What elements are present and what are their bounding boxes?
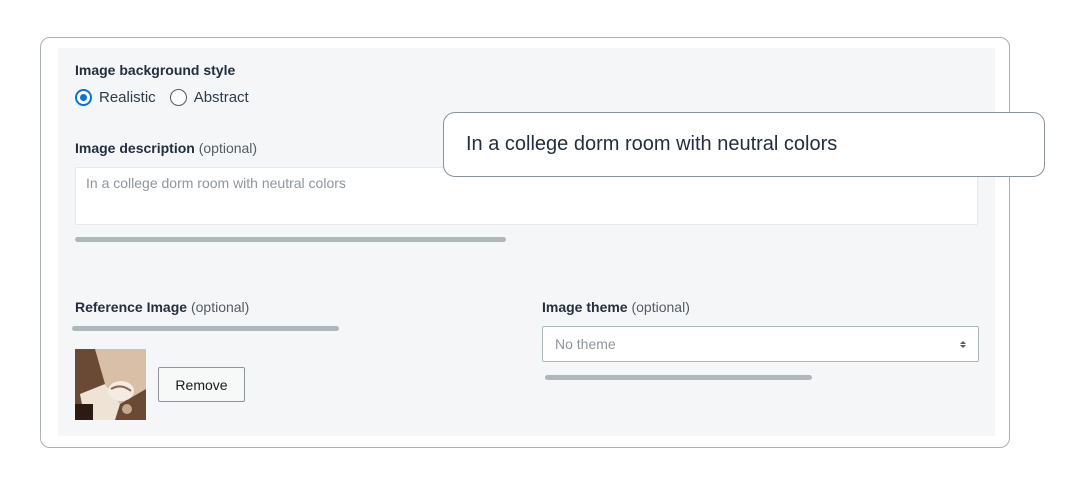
remove-button-label: Remove (175, 376, 228, 393)
background-style-label: Image background style (75, 62, 236, 78)
image-description-placeholder: In a college dorm room with neutral colo… (86, 175, 346, 191)
radio-option-abstract[interactable]: Abstract (169, 89, 249, 106)
radio-realistic-label: Realistic (99, 89, 156, 106)
optional-tag: (optional) (198, 140, 258, 156)
image-description-label: Image description (optional) (75, 140, 258, 156)
reference-image-art (75, 349, 146, 420)
image-theme-value: No theme (555, 336, 616, 352)
radio-option-realistic[interactable]: Realistic (75, 89, 156, 106)
reference-skeleton-bar (72, 326, 339, 331)
optional-tag: (optional) (631, 299, 690, 315)
radio-realistic[interactable] (75, 89, 92, 106)
callout-text: In a college dorm room with neutral colo… (466, 133, 838, 155)
radio-abstract-label: Abstract (193, 89, 249, 106)
optional-tag: (optional) (190, 299, 250, 315)
description-callout: In a college dorm room with neutral colo… (443, 112, 1045, 177)
select-caret-icon (960, 340, 966, 348)
reference-image-thumbnail (75, 349, 146, 420)
radio-abstract[interactable] (169, 89, 187, 106)
remove-button[interactable]: Remove (158, 367, 245, 402)
description-skeleton-bar (75, 237, 506, 242)
background-style-radio-group: Realistic Abstract (75, 89, 263, 106)
image-theme-select[interactable]: No theme (542, 326, 979, 362)
image-theme-label: Image theme (optional) (542, 299, 690, 315)
reference-image-label: Reference Image (optional) (75, 299, 250, 315)
theme-skeleton-bar (545, 375, 812, 380)
